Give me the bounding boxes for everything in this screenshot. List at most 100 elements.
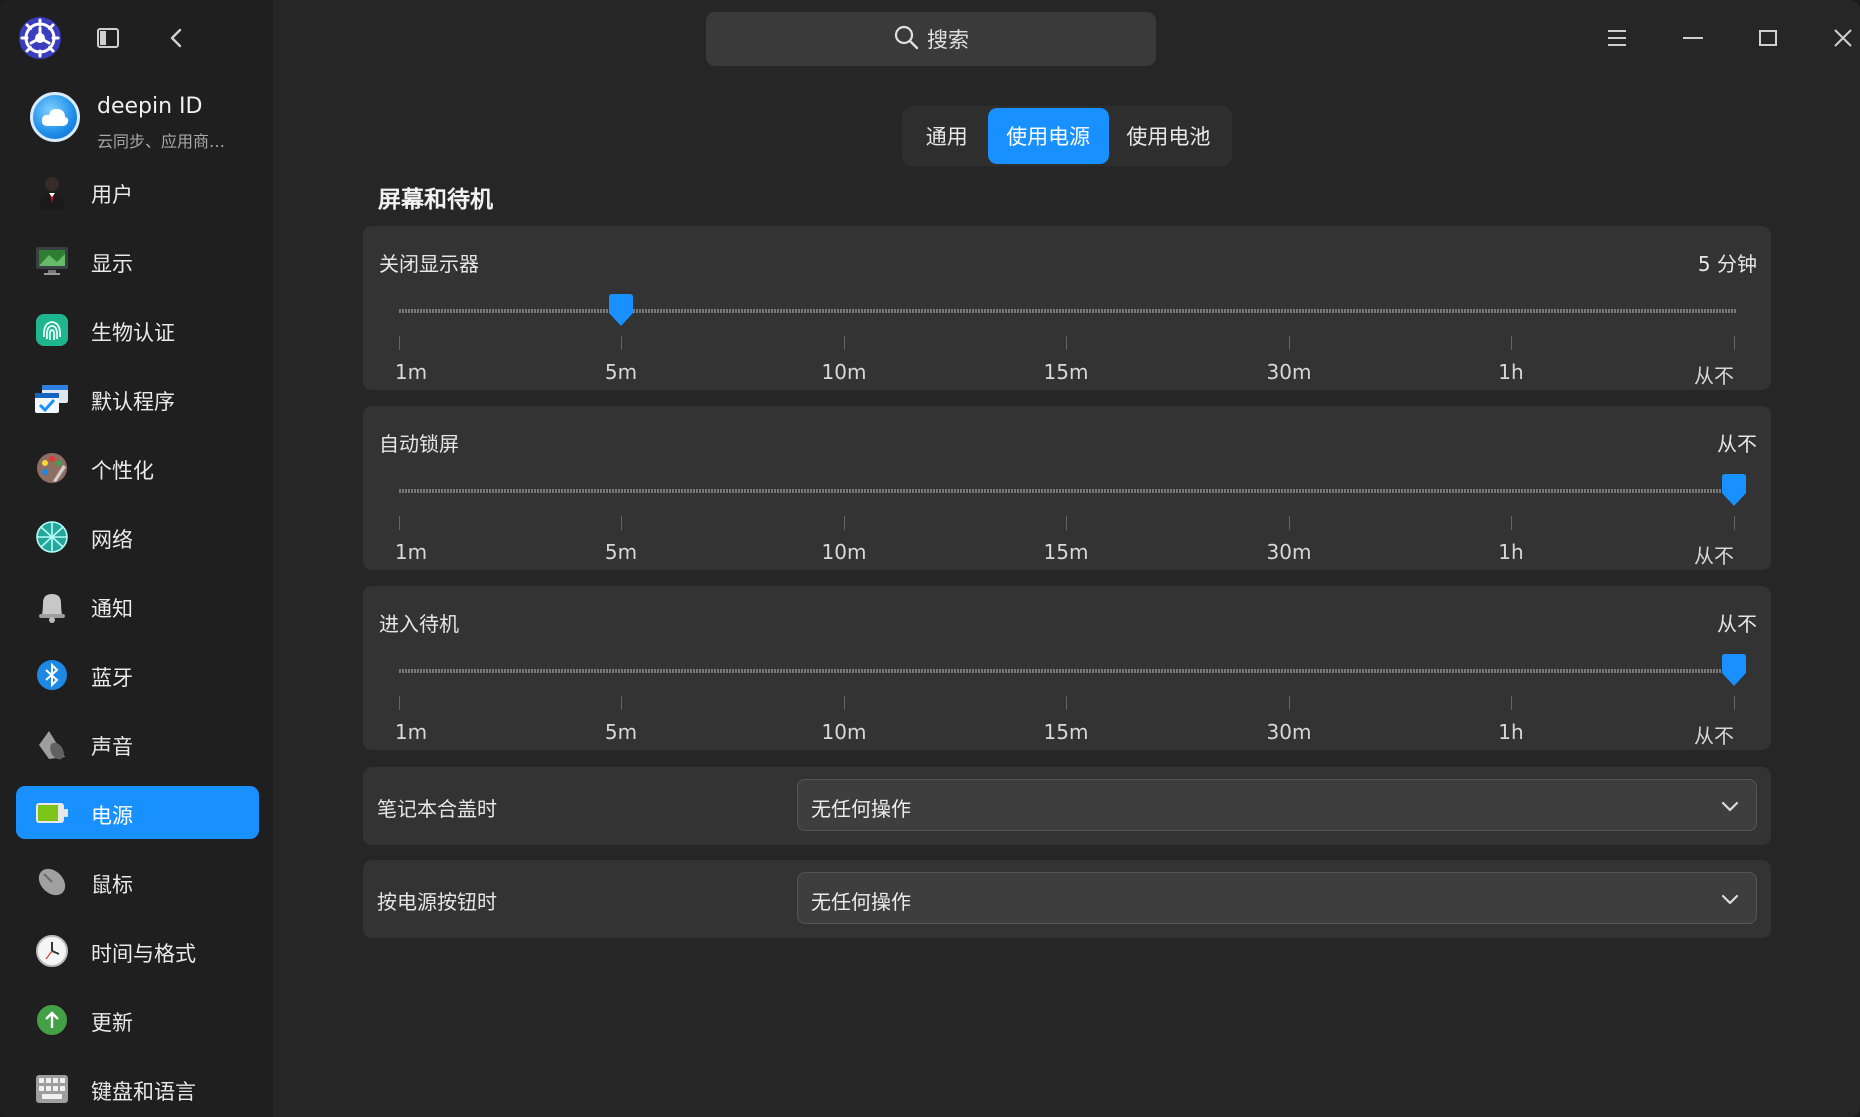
maximize-icon[interactable]: [1748, 18, 1788, 58]
power-mode-tabs: 通用 使用电源 使用电池: [902, 106, 1232, 166]
slider-tick-label: 5m: [604, 360, 638, 384]
sidebar-item-users[interactable]: 用户: [16, 165, 259, 218]
slider-tick-label: 15m: [1043, 540, 1089, 564]
slider-tick-label: 1h: [1498, 360, 1524, 384]
bell-icon: [34, 588, 70, 624]
slider-tick-label: 1m: [394, 360, 428, 384]
sidebar-toggle-icon[interactable]: [94, 26, 122, 50]
slider-tick-label: 1m: [394, 540, 428, 564]
update-icon: [34, 1002, 70, 1038]
slider-handle[interactable]: [606, 293, 636, 329]
slider-tick: [621, 516, 622, 530]
menu-icon[interactable]: [1597, 18, 1637, 58]
sidebar-item-personalization[interactable]: 个性化: [16, 441, 259, 494]
slider-tick-label: 30m: [1266, 360, 1312, 384]
sidebar-nav: 用户 显示 生物认证 默认程序 个性化 网络 通知 蓝牙 声音 电源 鼠标 时间…: [16, 165, 259, 1117]
slider-tick: [844, 336, 845, 350]
standby-card: 进入待机 从不 1m 5m 10m 15m 30m 1h 从不: [363, 586, 1771, 750]
slider-value: 从不: [1717, 432, 1757, 456]
slider-handle[interactable]: [1719, 473, 1749, 509]
slider-tick: [1511, 696, 1512, 710]
auto-lock-slider[interactable]: [399, 474, 1746, 506]
tab-on-battery[interactable]: 使用电池: [1109, 108, 1228, 164]
sidebar-item-label: 显示: [91, 252, 133, 276]
slider-tick: [1511, 336, 1512, 350]
slider-tick: [1289, 336, 1290, 350]
sidebar-item-biometrics[interactable]: 生物认证: [16, 303, 259, 356]
sidebar-item-label: 默认程序: [91, 390, 175, 414]
slider-handle[interactable]: [1719, 653, 1749, 689]
slider-tick-label: 10m: [821, 720, 867, 744]
slider-track: [399, 489, 1736, 493]
sidebar-item-label: 鼠标: [91, 873, 133, 897]
section-title: 屏幕和待机: [378, 187, 493, 213]
turn-off-display-slider[interactable]: [399, 294, 1736, 326]
search-input[interactable]: 搜索: [706, 12, 1156, 66]
slider-tick: [399, 696, 400, 710]
tab-on-power[interactable]: 使用电源: [987, 108, 1109, 164]
sidebar-item-label: 时间与格式: [91, 942, 196, 966]
turn-off-display-card: 关闭显示器 5 分钟 1m 5m 10m 15m 30m 1h 从不: [363, 226, 1771, 390]
slider-tick: [844, 516, 845, 530]
dropdown-value: 无任何操作: [811, 797, 911, 821]
sidebar-item-keyboard-language[interactable]: 键盘和语言: [16, 1062, 259, 1115]
sidebar-item-mouse[interactable]: 鼠标: [16, 855, 259, 908]
back-chevron-icon[interactable]: [162, 24, 190, 52]
lid-close-label: 笔记本合盖时: [377, 797, 497, 821]
sidebar-item-sound[interactable]: 声音: [16, 717, 259, 770]
slider-tick-label: 30m: [1266, 720, 1312, 744]
sidebar-item-bluetooth[interactable]: 蓝牙: [16, 648, 259, 701]
slider-tick-label: 1m: [394, 720, 428, 744]
slider-tick: [621, 336, 622, 350]
dropdown-value: 无任何操作: [811, 890, 911, 914]
sidebar-header: [0, 0, 273, 76]
standby-slider[interactable]: [399, 654, 1746, 686]
bluetooth-icon: [34, 657, 70, 693]
sidebar-item-display[interactable]: 显示: [16, 234, 259, 287]
slider-tick-label: 从不: [1694, 364, 1734, 388]
slider-ticks: 1m 5m 10m 15m 30m 1h 从不: [395, 516, 1736, 576]
slider-tick: [844, 696, 845, 710]
settings-window: deepin ID 云同步、应用商… 用户 显示 生物认证 默认程序 个性化 网…: [0, 0, 1860, 1117]
speaker-icon: [34, 726, 70, 762]
lid-close-dropdown[interactable]: 无任何操作: [797, 779, 1757, 831]
keyboard-icon: [34, 1071, 70, 1107]
sidebar: deepin ID 云同步、应用商… 用户 显示 生物认证 默认程序 个性化 网…: [0, 0, 273, 1117]
titlebar: 搜索: [273, 0, 1860, 76]
sidebar-item-power[interactable]: 电源: [16, 786, 259, 839]
slider-label: 关闭显示器: [379, 252, 479, 276]
sidebar-item-label: 生物认证: [91, 321, 175, 345]
sidebar-item-label: 声音: [91, 735, 133, 759]
slider-value: 5 分钟: [1697, 252, 1757, 276]
chevron-down-icon: [1718, 887, 1742, 911]
lid-close-row: 笔记本合盖时 无任何操作: [363, 767, 1771, 845]
sidebar-item-label: 个性化: [91, 459, 154, 483]
sidebar-item-notifications[interactable]: 通知: [16, 579, 259, 632]
sidebar-item-network[interactable]: 网络: [16, 510, 259, 563]
slider-tick: [1066, 336, 1067, 350]
minimize-icon[interactable]: [1673, 18, 1713, 58]
deepin-id-account[interactable]: deepin ID 云同步、应用商…: [26, 88, 266, 154]
sidebar-item-label: 用户: [91, 183, 133, 207]
sidebar-item-label: 更新: [91, 1011, 133, 1035]
slider-track: [399, 309, 1736, 313]
slider-tick: [399, 516, 400, 530]
slider-ticks: 1m 5m 10m 15m 30m 1h 从不: [395, 336, 1736, 396]
slider-tick-label: 5m: [604, 540, 638, 564]
search-icon: [893, 24, 919, 54]
search-placeholder: 搜索: [927, 28, 969, 52]
slider-tick: [1511, 516, 1512, 530]
slider-tick-label: 30m: [1266, 540, 1312, 564]
sidebar-item-update[interactable]: 更新: [16, 993, 259, 1046]
slider-label: 进入待机: [379, 612, 459, 636]
slider-tick-label: 10m: [821, 360, 867, 384]
control-center-logo-icon: [18, 16, 62, 60]
sidebar-item-label: 键盘和语言: [91, 1080, 196, 1104]
sidebar-item-default-apps[interactable]: 默认程序: [16, 372, 259, 425]
close-icon[interactable]: [1823, 18, 1860, 58]
sidebar-item-time-format[interactable]: 时间与格式: [16, 924, 259, 977]
sidebar-item-label: 网络: [91, 528, 133, 552]
auto-lock-card: 自动锁屏 从不 1m 5m 10m 15m 30m 1h 从不: [363, 406, 1771, 570]
tab-general[interactable]: 通用: [906, 108, 988, 164]
power-button-dropdown[interactable]: 无任何操作: [797, 872, 1757, 924]
